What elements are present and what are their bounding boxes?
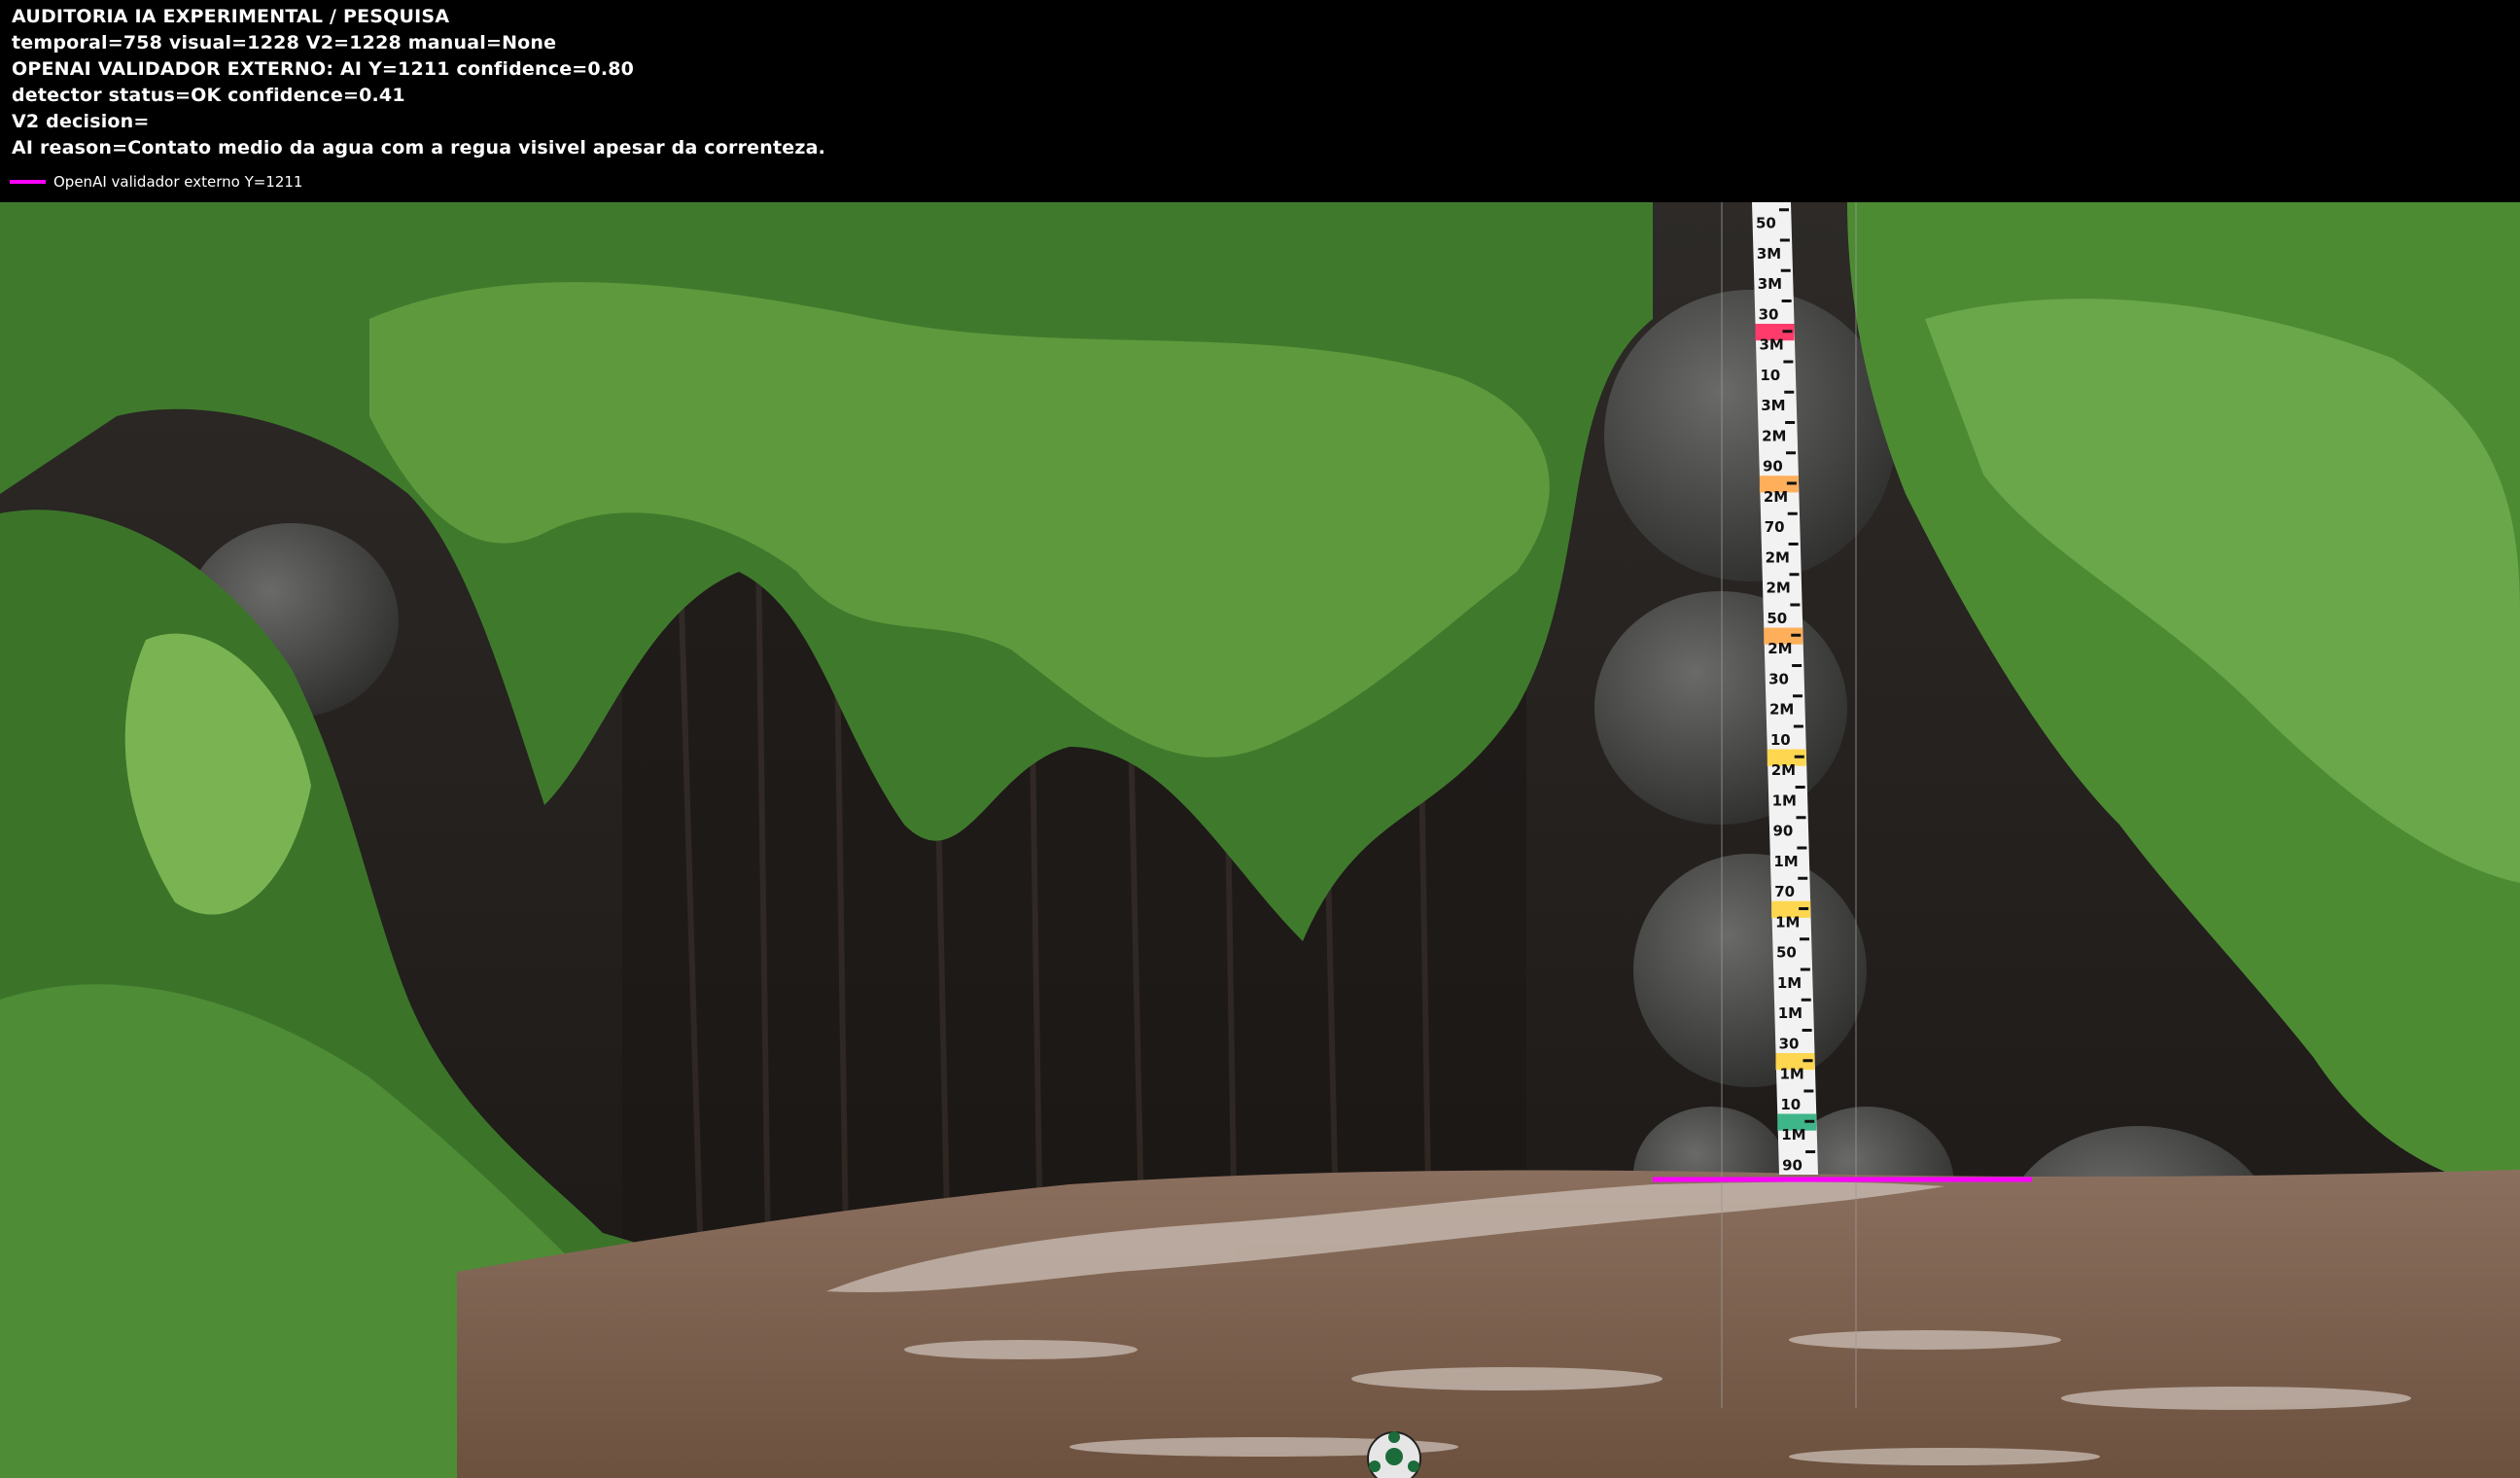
gauge-tick <box>1786 481 1797 485</box>
gauge-label: 3M <box>1760 336 1784 354</box>
gauge-label: 70 <box>1774 883 1795 900</box>
gauge-tick <box>1783 360 1794 364</box>
gauge-label: 3M <box>1761 397 1785 414</box>
gauge-label: 30 <box>1779 1035 1800 1052</box>
gauge-tick <box>1800 968 1810 971</box>
gauge-tick <box>1803 1089 1814 1093</box>
gauge-tick <box>1796 816 1806 820</box>
gauge-tick <box>1784 390 1795 394</box>
gauge-label: 90 <box>1763 458 1783 475</box>
gauge-tick <box>1800 937 1809 941</box>
overlay-decision-line: V2 decision= <box>12 111 150 132</box>
overlay-validator-line: OPENAI VALIDADOR EXTERNO: AI Y=1211 conf… <box>12 58 635 80</box>
gauge-label: 10 <box>1760 367 1780 384</box>
gauge-tick <box>1779 208 1789 212</box>
gauge-tick <box>1790 603 1801 607</box>
gauge-label: 2M <box>1767 580 1791 597</box>
gauge-label: 2M <box>1762 427 1786 444</box>
gauge-label: 1M <box>1775 913 1800 931</box>
gauge-tick <box>1792 664 1802 667</box>
overlay-reason-line: AI reason=Contato medio da agua com a re… <box>12 137 826 158</box>
gauge-tick <box>1794 755 1804 758</box>
gauge-tick <box>1779 238 1790 242</box>
gauge-tick <box>1793 694 1802 698</box>
gauge-label: 90 <box>1782 1156 1802 1174</box>
gauge-label: 2M <box>1769 701 1794 719</box>
gauge-label: 30 <box>1768 670 1789 687</box>
gauge-tick <box>1793 724 1803 728</box>
gauge-label: 3M <box>1758 275 1782 293</box>
gauge-label: 50 <box>1767 610 1787 627</box>
gauge-tick <box>1805 1150 1816 1153</box>
gauge-label: 2M <box>1771 761 1796 779</box>
gauge-label: 2M <box>1764 488 1788 506</box>
gauge-tick <box>1798 876 1808 880</box>
gauge-label: 3M <box>1757 245 1781 263</box>
gauge-tick <box>1786 451 1796 455</box>
overlay-detector-line: detector status=OK confidence=0.41 <box>12 85 405 106</box>
gauge-label: 1M <box>1778 1004 1802 1022</box>
gauge-label: 1M <box>1773 853 1798 870</box>
gauge-label: 1M <box>1781 1126 1805 1144</box>
gauge-tick <box>1804 1119 1815 1123</box>
gauge-tick <box>1795 786 1805 789</box>
legend-swatch <box>10 180 46 184</box>
gauge-label: 70 <box>1765 518 1785 536</box>
gauge-tick <box>1788 543 1799 545</box>
gauge-label: 2M <box>1768 640 1792 657</box>
gauge-label: 1M <box>1772 792 1797 809</box>
gauge-tick <box>1802 1029 1812 1032</box>
gauge-tick <box>1801 998 1811 1002</box>
gauge-tick <box>1787 511 1798 515</box>
gauge-tick <box>1797 846 1807 850</box>
gauge-tick <box>1789 573 1800 577</box>
gauge-tick <box>1791 633 1802 637</box>
overlay-title: AUDITORIA IA EXPERIMENTAL / PESQUISA <box>12 6 450 27</box>
overlay-scores-line: temporal=758 visual=1228 V2=1228 manual=… <box>12 32 557 53</box>
gauge-label: 50 <box>1776 944 1797 962</box>
gauge-label: 10 <box>1770 731 1791 749</box>
gauge-label: 50 <box>1756 215 1776 232</box>
gauge-tick <box>1781 299 1792 302</box>
gauge-label: 2M <box>1766 548 1790 566</box>
audit-overlay-header: AUDITORIA IA EXPERIMENTAL / PESQUISA tem… <box>0 0 2520 202</box>
camera-frame: 50 3M 3M 30 3M 10 3M 2M 90 2M 70 2M 2M 50 2M 30 2M 10 2M 1M… <box>0 202 2520 1478</box>
gauge-label: 30 <box>1759 305 1779 323</box>
gauge-tick <box>1785 421 1796 424</box>
gauge-label: 1M <box>1780 1066 1804 1083</box>
gauge-tick <box>1799 907 1809 910</box>
gauge-label: 10 <box>1780 1096 1801 1113</box>
legend-label: OpenAI validador externo Y=1211 <box>53 173 303 191</box>
gauge-tick <box>1782 330 1793 334</box>
gauge-tick <box>1802 1059 1813 1063</box>
gauge-label: 1M <box>1777 974 1802 992</box>
gauge-tick <box>1780 268 1791 272</box>
gauge-label: 90 <box>1773 823 1794 840</box>
